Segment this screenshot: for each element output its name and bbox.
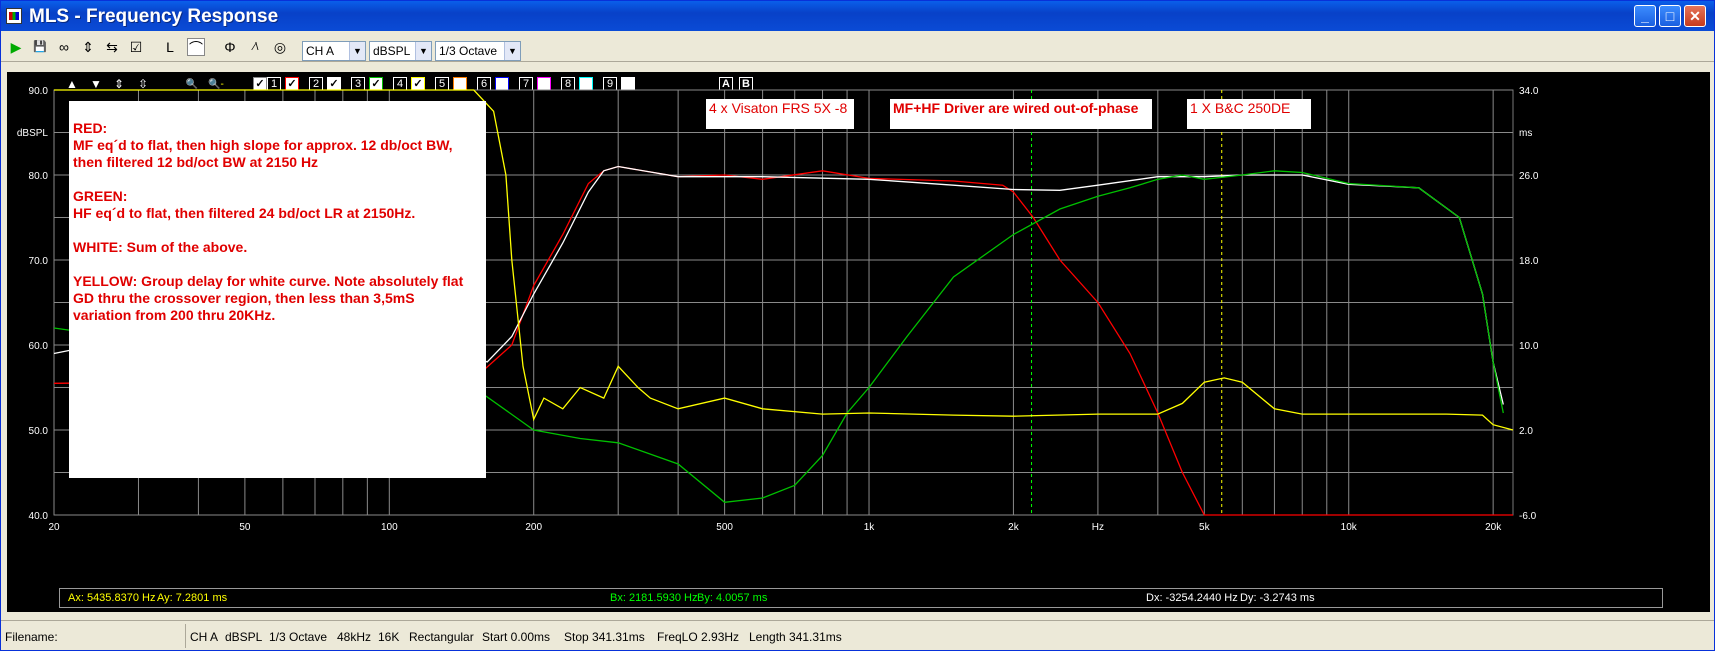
x-tick-label: 10k: [1341, 522, 1358, 533]
cursor-delta-x: Dx: -3254.2440 Hz: [1146, 592, 1238, 604]
y-tick-right: -6.0: [1519, 511, 1537, 522]
unit-select-value: dBSPL: [373, 44, 411, 58]
axis-icon[interactable]: L: [161, 38, 179, 56]
chevron-down-icon: ▼: [415, 42, 431, 60]
phase-icon[interactable]: Φ: [221, 38, 239, 56]
y-tick-right: 26.0: [1519, 171, 1539, 182]
x-tick-label: 100: [381, 522, 398, 533]
smoothing-select[interactable]: 1/3 Octave ▼: [435, 41, 521, 61]
tag-mf-driver: 4 x Visaton FRS 5X -8: [706, 99, 854, 129]
play-icon[interactable]: ▶: [7, 38, 25, 56]
y-axis-label-left: dBSPL: [17, 128, 49, 139]
y-tick-right: 10.0: [1519, 341, 1539, 352]
tag-phase-note: MF+HF Driver are wired out-of-phase: [890, 99, 1152, 129]
tag-hf-driver: 1 X B&C 250DE: [1187, 99, 1311, 129]
y-tick-left: 80.0: [29, 171, 49, 182]
y-tick-right: 2.0: [1519, 426, 1533, 437]
window-title: MLS - Frequency Response: [29, 6, 279, 27]
note-green-title: GREEN:: [73, 188, 128, 204]
y-tick-left: 40.0: [29, 511, 49, 522]
y-tick-left: 70.0: [29, 256, 49, 267]
app-icon[interactable]: [6, 8, 22, 24]
note-white-text: WHITE: Sum of the above.: [73, 239, 248, 255]
cursor-delta-y: Dy: -3.2743 ms: [1240, 592, 1315, 604]
x-tick-label: 50: [239, 522, 251, 533]
y-axis-label-right: ms: [1519, 128, 1532, 139]
horizontal-adjust-icon[interactable]: ⇆: [103, 38, 121, 56]
status-stop: Stop 341.31ms: [564, 630, 645, 644]
chevron-down-icon: ▼: [349, 42, 365, 60]
status-channel: CH A: [190, 630, 219, 644]
status-length: Length 341.31ms: [749, 630, 842, 644]
note-red-text: MF eq´d to flat, then high slope for app…: [73, 137, 453, 170]
smoothing-select-value: 1/3 Octave: [439, 44, 498, 58]
status-rate: 48kHz: [337, 630, 372, 644]
status-unit: dBSPL: [225, 630, 263, 644]
note-yellow-text: YELLOW: Group delay for white curve. Not…: [73, 273, 464, 323]
x-tick-label: 1k: [864, 522, 876, 533]
x-tick-label: Hz: [1092, 522, 1104, 533]
note-red-title: RED:: [73, 120, 108, 136]
y-tick-left: 50.0: [29, 426, 49, 437]
cursor-b-x: Bx: 2181.5930 Hz: [610, 592, 698, 604]
save-icon[interactable]: 💾: [31, 38, 49, 56]
status-filename: Filename:: [5, 630, 58, 644]
toolbar: ▶ 💾 ∞ ⇕ ⇆ ☑ L ⌒ Φ ⁄\ ◎: [1, 32, 1714, 62]
y-tick-right: 34.0: [1519, 86, 1539, 97]
x-tick-label: 20k: [1485, 522, 1502, 533]
vertical-adjust-icon[interactable]: ⇕: [79, 38, 97, 56]
cursor-b-y: By: 4.0057 ms: [697, 592, 768, 604]
loop-icon[interactable]: ∞: [55, 38, 73, 56]
status-divider: [185, 624, 186, 648]
checklist-icon[interactable]: ☑: [127, 38, 145, 56]
channel-select-value: CH A: [306, 44, 335, 58]
x-tick-label: 2k: [1008, 522, 1020, 533]
chevron-down-icon: ▼: [504, 42, 520, 60]
annotation-note: RED: MF eq´d to flat, then high slope for…: [69, 101, 486, 478]
filter-icon[interactable]: ⁄\: [247, 38, 265, 56]
unit-select[interactable]: dBSPL ▼: [369, 41, 432, 61]
cursor-readout-bar: Ax: 5435.8370 Hz Ay: 7.2801 ms Bx: 2181.…: [59, 588, 1663, 608]
cursor-a-y: Ay: 7.2801 ms: [157, 592, 228, 604]
status-smoothing: 1/3 Octave: [269, 630, 328, 644]
status-points: 16K: [378, 630, 400, 644]
x-tick-label: 20: [48, 522, 60, 533]
x-tick-label: 200: [525, 522, 542, 533]
app-window: MLS - Frequency Response _ □ ✕ ▶ 💾 ∞ ⇕ ⇆…: [0, 0, 1715, 651]
x-tick-label: 5k: [1199, 522, 1211, 533]
status-freqlo: FreqLO 2.93Hz: [657, 630, 740, 644]
x-tick-label: 500: [716, 522, 733, 533]
y-tick-left: 90.0: [29, 86, 49, 97]
cursor-a-x: Ax: 5435.8370 Hz: [68, 592, 156, 604]
channel-select[interactable]: CH A ▼: [302, 41, 366, 61]
maximize-button[interactable]: □: [1659, 5, 1681, 27]
close-button[interactable]: ✕: [1684, 5, 1706, 27]
status-bar: Filename: CH A dBSPL 1/3 Octave 48kHz 16…: [1, 620, 1714, 651]
status-window: Rectangular: [409, 630, 474, 644]
y-tick-right: 18.0: [1519, 256, 1539, 267]
title-bar[interactable]: MLS - Frequency Response _ □ ✕: [1, 1, 1714, 31]
y-tick-left: 60.0: [29, 341, 49, 352]
target-icon[interactable]: ◎: [271, 38, 289, 56]
minimize-button[interactable]: _: [1634, 5, 1656, 27]
note-green-text: HF eq´d to flat, then filtered 24 bd/oct…: [73, 205, 416, 221]
curve-icon[interactable]: ⌒: [187, 38, 205, 56]
status-start: Start 0.00ms: [482, 630, 551, 644]
